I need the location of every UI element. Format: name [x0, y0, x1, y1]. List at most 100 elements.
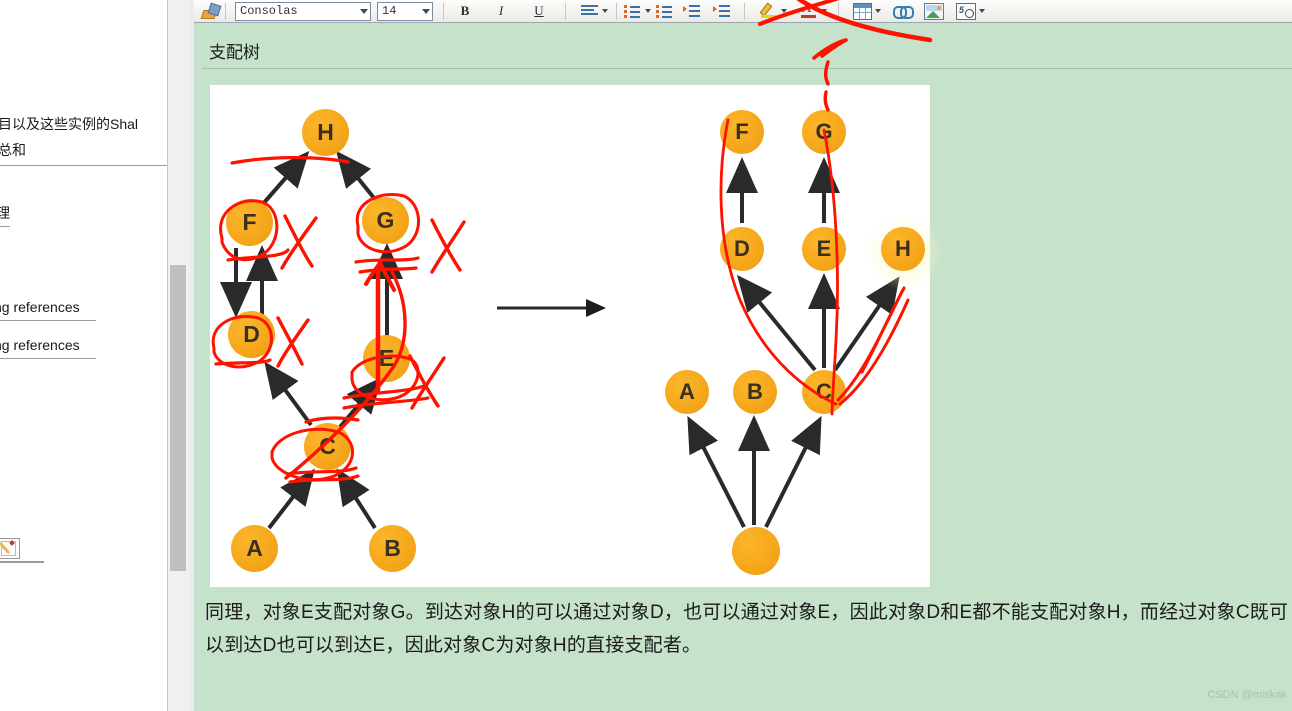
left-panel-divider-4 [0, 358, 96, 359]
chevron-down-icon [360, 8, 368, 14]
toolbar-separator [838, 2, 839, 20]
font-color-icon[interactable]: A [798, 1, 818, 21]
left-panel-link-incoming-references[interactable]: ng references [0, 299, 80, 315]
chevron-down-icon[interactable] [821, 9, 827, 13]
left-graph-node-F[interactable]: F [226, 199, 273, 246]
title-underline [202, 68, 1292, 69]
italic-button[interactable]: I [491, 1, 511, 21]
chevron-down-icon[interactable] [781, 9, 787, 13]
decrease-indent-glyph [683, 5, 701, 17]
left-graph-node-E[interactable]: E [363, 335, 410, 382]
node-label: A [679, 379, 695, 404]
left-panel-link-outgoing-references[interactable]: ng references [0, 337, 80, 353]
left-panel-divider-5 [0, 561, 44, 563]
chevron-down-icon[interactable] [979, 9, 985, 13]
bold-label: B [460, 3, 470, 18]
toolbar-separator [443, 2, 444, 20]
underline-button[interactable]: U [529, 1, 549, 21]
increase-indent-glyph [713, 5, 731, 17]
chevron-down-icon [422, 8, 430, 14]
note-editor-window: Consolas 14 B I U A 5 支配树 H F G D E C A … [194, 0, 1292, 711]
chevron-down-icon[interactable] [602, 9, 608, 13]
node-label: F [242, 209, 257, 235]
left-panel-divider-3 [0, 320, 96, 321]
right-graph-node-C[interactable]: C [802, 370, 846, 414]
left-graph-node-H[interactable]: H [302, 109, 349, 156]
brush-glyph [200, 2, 222, 19]
bold-button[interactable]: B [455, 1, 475, 21]
formatting-toolbar: Consolas 14 B I U A 5 [194, 0, 1292, 23]
left-graph-node-D[interactable]: D [228, 311, 275, 358]
left-graph-node-A[interactable]: A [231, 525, 278, 572]
numbered-list-glyph [656, 5, 672, 18]
left-panel-divider-2 [0, 226, 10, 227]
toolbar-separator [565, 2, 566, 20]
left-panel-text-line-1: 目以及这些实例的Shal [0, 116, 139, 132]
align-left-icon[interactable] [579, 1, 599, 21]
node-label: C [319, 433, 336, 459]
node-label: C [816, 379, 832, 404]
italic-label: I [498, 3, 504, 18]
text-highlight-icon[interactable] [758, 1, 778, 21]
chevron-down-icon[interactable] [875, 9, 881, 13]
node-label: H [317, 119, 334, 145]
right-graph-node-A[interactable]: A [665, 370, 709, 414]
right-graph-node-F[interactable]: F [720, 110, 764, 154]
font-family-select[interactable]: Consolas [235, 1, 371, 21]
insert-link-icon[interactable] [892, 1, 914, 21]
font-color-glyph: A [800, 1, 817, 19]
node-label: E [378, 345, 395, 371]
bullet-list-icon[interactable] [622, 1, 642, 21]
picture-glyph [924, 2, 944, 20]
toolbar-separator [616, 2, 617, 20]
increase-indent-icon[interactable] [712, 1, 732, 21]
node-label: H [895, 236, 911, 261]
right-graph-node-B[interactable]: B [733, 370, 777, 414]
right-arrow-icon [497, 299, 606, 317]
right-graph-node-G[interactable]: G [802, 110, 846, 154]
page-title[interactable]: 支配树 [209, 38, 260, 63]
align-lines-glyph [580, 5, 598, 17]
font-family-value: Consolas [240, 4, 298, 18]
right-graph-node-D[interactable]: D [720, 227, 764, 271]
node-label: A [246, 535, 263, 561]
chevron-down-icon[interactable] [645, 9, 651, 13]
node-label: F [735, 119, 749, 144]
graph-edges-layer [220, 150, 900, 530]
left-graph-node-G[interactable]: G [362, 197, 409, 244]
watermark: CSDN @miskak [1207, 689, 1287, 701]
node-label: G [815, 119, 833, 144]
left-scrollbar-thumb[interactable] [170, 265, 186, 571]
bullet-list-glyph [624, 5, 640, 18]
datetime-glyph: 5 [956, 2, 976, 20]
right-graph-node-H[interactable]: H [881, 227, 925, 271]
insert-image-icon[interactable] [924, 1, 944, 21]
format-painter-icon[interactable] [200, 1, 222, 21]
node-label: D [243, 321, 260, 347]
insert-table-icon[interactable] [852, 1, 872, 21]
node-label: B [747, 379, 763, 404]
highlighter-glyph [759, 2, 777, 19]
toolbar-separator [225, 2, 226, 20]
figure-canvas: H F G D E C A B F G D E H A B C [210, 85, 943, 587]
font-size-select[interactable]: 14 [377, 1, 433, 21]
font-size-value: 14 [382, 4, 397, 18]
chain-link-glyph [892, 5, 914, 19]
edit-pencil-icon[interactable] [0, 538, 20, 559]
node-label: D [734, 236, 750, 261]
insert-datetime-icon[interactable]: 5 [956, 1, 976, 21]
left-graph-node-B[interactable]: B [369, 525, 416, 572]
node-label: G [376, 207, 395, 233]
node-label: B [384, 535, 401, 561]
toolbar-separator [744, 2, 745, 20]
decrease-indent-icon[interactable] [682, 1, 702, 21]
left-graph-node-C[interactable]: C [304, 423, 351, 470]
left-panel-text-line-3: 理 [0, 205, 10, 221]
body-paragraph[interactable]: 同理，对象E支配对象G。到达对象H的可以通过对象D，也可以通过对象E，因此对象D… [205, 596, 1292, 662]
right-graph-node-E[interactable]: E [802, 227, 846, 271]
table-glyph [852, 2, 872, 20]
node-label: E [816, 236, 832, 261]
background-left-panel: 目以及这些实例的Shal 总和 理 ng references ng refer… [0, 0, 167, 711]
numbered-list-icon[interactable] [654, 1, 674, 21]
right-graph-node-root[interactable] [732, 527, 780, 575]
